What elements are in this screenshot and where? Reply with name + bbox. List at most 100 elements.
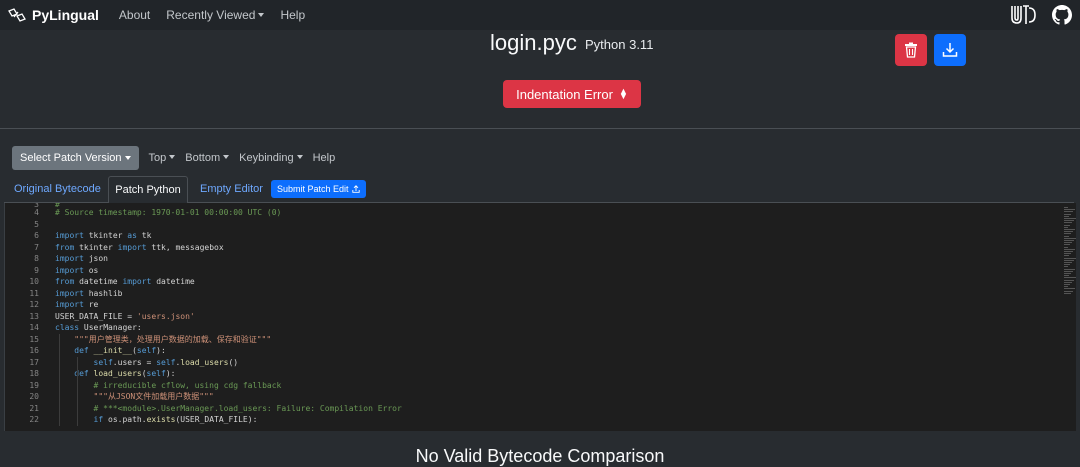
code-line: 19 # irreducible cflow, using cdg fallba…	[5, 380, 281, 392]
editor-minimap[interactable]	[1062, 203, 1076, 431]
line-number: 19	[29, 380, 39, 390]
minimap-line	[1064, 244, 1070, 246]
nav-about[interactable]: About	[119, 8, 150, 22]
minimap-line	[1064, 224, 1070, 226]
tab-empty-editor[interactable]: Empty Editor	[200, 176, 263, 202]
code-line: 13 USER_DATA_FILE = 'users.json'	[5, 311, 194, 323]
minimap-line	[1064, 253, 1071, 255]
line-number: 15	[29, 334, 39, 344]
line-number: 17	[29, 357, 39, 367]
line-number: 4	[34, 208, 39, 217]
minimap-line	[1064, 284, 1070, 285]
toolbar-help-link[interactable]: Help	[313, 152, 336, 164]
code-line: 21 # ***<module>.UserManager.load_users:…	[5, 403, 401, 415]
code-line: 7 from tkinter import ttk, messagebox	[5, 242, 223, 254]
line-number: 8	[34, 254, 39, 263]
line-number: 6	[34, 231, 39, 240]
code-line: 15 """用户管理类，处理用户数据的加载、保存和验证"""	[5, 334, 271, 346]
minimap-line	[1064, 290, 1073, 292]
minimap-line	[1064, 273, 1071, 274]
minimap-line	[1064, 215, 1069, 217]
line-number: 13	[29, 311, 39, 321]
editor-tabs: Original Bytecode Patch Python Empty Edi…	[4, 176, 1074, 204]
upload-icon	[351, 185, 360, 193]
minimap-line	[1064, 209, 1075, 211]
code-line: 6 import tkinter as tk	[5, 230, 151, 242]
minimap-line	[1064, 220, 1074, 222]
minimap-line	[1064, 207, 1068, 208]
line-number: 20	[29, 392, 39, 401]
line-number: 9	[34, 265, 39, 275]
code-line: 20 """从JSON文件加载用户数据"""	[5, 391, 213, 403]
minimap-line	[1064, 279, 1074, 281]
code-line: 16 def __init__(self):	[5, 345, 165, 357]
minimap-line	[1064, 264, 1070, 266]
minimap-line	[1064, 288, 1075, 290]
minimap-line	[1064, 213, 1071, 215]
minimap-line	[1064, 233, 1071, 235]
minimap-line	[1064, 231, 1073, 233]
code-line: 9 import os	[5, 265, 98, 277]
code-line: 18 def load_users(self):	[5, 368, 175, 380]
minimap-line	[1064, 262, 1072, 263]
nav-recently-viewed[interactable]: Recently Viewed	[166, 8, 264, 22]
minimap-line	[1064, 222, 1072, 224]
section-divider	[0, 128, 1080, 129]
minimap-line	[1064, 277, 1076, 279]
line-number: 5	[34, 219, 39, 229]
minimap-line	[1064, 259, 1074, 261]
toolbar-top-menu[interactable]: Top	[149, 152, 176, 164]
toolbar-bottom-menu[interactable]: Bottom	[185, 152, 229, 164]
github-icon[interactable]	[1052, 5, 1072, 25]
line-number: 11	[29, 288, 39, 298]
code-line: 8 import json	[5, 253, 108, 265]
python-version: Python 3.11	[585, 37, 654, 52]
download-button[interactable]	[934, 34, 966, 66]
minimap-line	[1064, 229, 1075, 230]
line-number: 22	[29, 415, 39, 424]
code-line: 4 # Source timestamp: 1970-01-01 00:00:00…	[5, 207, 281, 219]
line-number: 12	[29, 300, 39, 309]
minimap-line	[1064, 270, 1073, 272]
line-number: 7	[34, 242, 39, 252]
minimap-line	[1064, 286, 1068, 288]
submit-patch-edit-button[interactable]: Submit Patch Edit	[271, 180, 366, 198]
download-icon	[942, 43, 958, 57]
minimap-line	[1064, 275, 1069, 277]
minimap-line	[1064, 226, 1068, 228]
minimap-line	[1064, 251, 1073, 252]
minimap-line	[1064, 237, 1076, 239]
minimap-line	[1064, 246, 1068, 248]
code-line: 10 from datetime import datetime	[5, 276, 194, 288]
code-line: 22 if os.path.exists(USER_DATA_FILE):	[5, 414, 257, 426]
tab-original-bytecode[interactable]: Original Bytecode	[14, 176, 101, 202]
brand-name: PyLingual	[32, 7, 99, 23]
minimap-line	[1064, 218, 1076, 219]
indent-guide	[59, 333, 60, 426]
nav-help[interactable]: Help	[280, 8, 305, 22]
tab-patch-python[interactable]: Patch Python	[108, 176, 188, 204]
delete-button[interactable]	[895, 34, 927, 66]
error-type-label: Indentation Error	[516, 86, 613, 102]
brand[interactable]: PyLingual	[8, 7, 99, 23]
code-editor[interactable]: 3 #4 # Source timestamp: 1970-01-01 00:00:…	[4, 203, 1063, 431]
minimap-line	[1064, 255, 1069, 257]
submit-patch-edit-label: Submit Patch Edit	[277, 184, 349, 194]
minimap-line	[1064, 257, 1076, 259]
toolbar-keybinding-menu[interactable]: Keybinding	[239, 152, 302, 164]
indent-guide	[77, 356, 78, 426]
line-number: 14	[29, 323, 39, 332]
editor-toolbar: Select Patch Version Top Bottom Keybindi…	[12, 146, 335, 170]
code-line: 11 import hashlib	[5, 288, 122, 300]
minimap-line	[1064, 240, 1074, 241]
select-patch-version-dropdown[interactable]: Select Patch Version	[12, 146, 139, 170]
select-arrows-icon: ▲ ▼	[618, 86, 628, 101]
minimap-line	[1064, 266, 1068, 268]
line-number: 18	[29, 369, 39, 378]
error-type-select[interactable]: Indentation Error ▲ ▼	[503, 80, 641, 108]
utd-logo-icon[interactable]	[1010, 4, 1036, 26]
code-line: 17 self.users = self.load_users()	[5, 357, 238, 369]
code-line: 12 import re	[5, 299, 98, 311]
minimap-line	[1064, 292, 1071, 294]
line-number: 16	[29, 346, 39, 355]
